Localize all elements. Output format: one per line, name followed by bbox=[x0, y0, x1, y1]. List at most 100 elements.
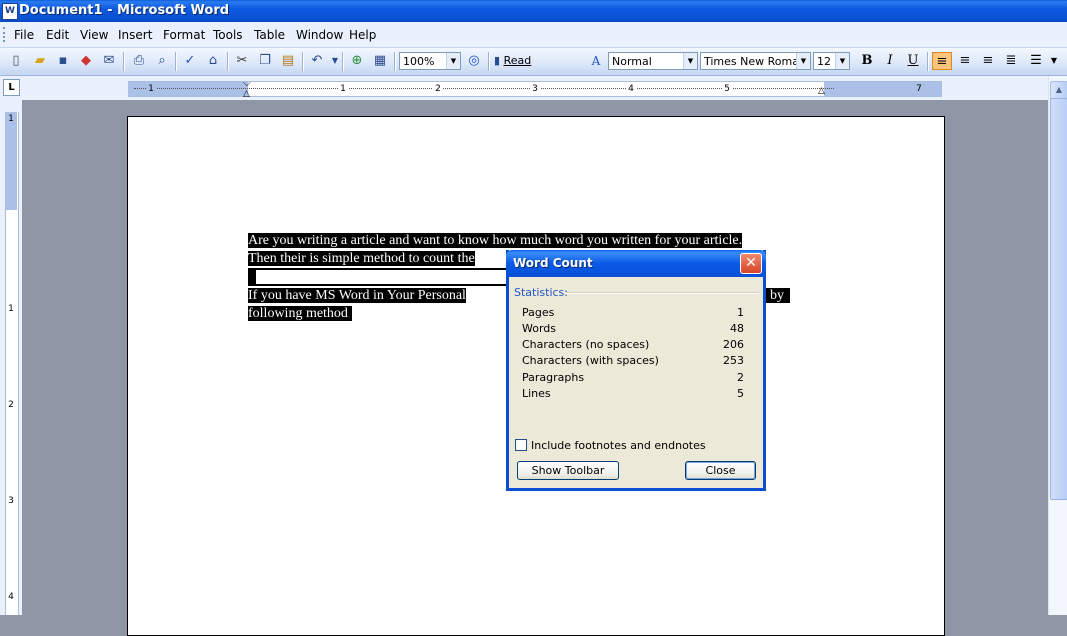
right-indent-marker[interactable]: △ bbox=[818, 87, 825, 96]
ruler-right-margin bbox=[824, 82, 942, 96]
save-icon[interactable]: ▪ bbox=[54, 52, 72, 70]
font-value: Times New Roman bbox=[704, 55, 806, 68]
spelling-icon[interactable]: ✓ bbox=[181, 52, 199, 70]
align-center-icon[interactable]: ≡ bbox=[955, 52, 975, 70]
print-preview-icon[interactable]: ⌕ bbox=[153, 52, 171, 70]
statistics-label: Statistics: bbox=[514, 286, 568, 299]
document-line-1[interactable]: Are you writing a article and want to kn… bbox=[248, 232, 743, 250]
research-icon[interactable]: ⌂ bbox=[204, 52, 222, 70]
ruler-number: 1 bbox=[338, 82, 348, 96]
scroll-up-icon[interactable]: ▲ bbox=[1050, 81, 1067, 99]
hyperlink-icon[interactable]: ⊕ bbox=[348, 52, 366, 70]
bold-button[interactable]: B bbox=[857, 52, 877, 70]
cut-icon[interactable]: ✂ bbox=[233, 52, 251, 70]
read-book-icon: ▮ bbox=[494, 54, 501, 67]
undo-icon[interactable]: ↶ bbox=[308, 52, 326, 70]
hanging-indent-marker[interactable]: △ bbox=[243, 90, 250, 99]
menu-help[interactable]: Help bbox=[349, 28, 376, 42]
align-right-icon[interactable]: ≡ bbox=[978, 52, 998, 70]
chevron-down-icon[interactable]: ▼ bbox=[1045, 52, 1063, 70]
vruler-number: 3 bbox=[8, 496, 14, 506]
email-icon[interactable]: ✉ bbox=[100, 52, 118, 70]
stat-name: Lines bbox=[522, 387, 551, 400]
help-icon[interactable]: ◎ bbox=[465, 52, 483, 70]
vruler-number: 1 bbox=[8, 304, 14, 314]
menu-table[interactable]: Table bbox=[254, 28, 285, 42]
show-toolbar-button[interactable]: Show Toolbar bbox=[517, 461, 619, 480]
style-combo[interactable]: Normal ▼ bbox=[608, 52, 698, 70]
chevron-down-icon[interactable]: ▼ bbox=[683, 53, 697, 69]
open-folder-icon[interactable]: ▰ bbox=[31, 52, 49, 70]
chevron-down-icon[interactable]: ▼ bbox=[835, 53, 849, 69]
dialog-close-icon[interactable]: ✕ bbox=[740, 253, 762, 274]
horizontal-ruler[interactable]: 1 1 2 3 4 5 7 ⌵ △ △ bbox=[128, 79, 942, 99]
document-line-3[interactable]: If you have MS Word in Your Personal bbox=[248, 287, 466, 305]
ruler-number: 4 bbox=[626, 82, 636, 96]
ruler-row: L 1 1 2 3 4 5 7 ⌵ △ △ bbox=[0, 76, 1048, 100]
stat-name: Pages bbox=[522, 306, 555, 319]
menu-format[interactable]: Format bbox=[163, 28, 205, 42]
read-button[interactable]: ▮ Read bbox=[494, 52, 554, 70]
permission-icon[interactable]: ◆ bbox=[77, 52, 95, 70]
justify-icon[interactable]: ≣ bbox=[1001, 52, 1021, 70]
menu-window[interactable]: Window bbox=[296, 28, 343, 42]
word-app-icon[interactable]: W bbox=[2, 3, 18, 20]
menu-view[interactable]: View bbox=[80, 28, 108, 42]
document-line-3-end[interactable]: by bbox=[766, 287, 790, 305]
ruler-number: 1 bbox=[146, 82, 156, 96]
dialog-title: Word Count bbox=[513, 256, 593, 270]
vertical-scrollbar[interactable]: ▲ bbox=[1048, 76, 1067, 615]
scroll-thumb[interactable] bbox=[1050, 98, 1067, 500]
selected-text: following method bbox=[248, 306, 352, 321]
paste-icon[interactable]: ▤ bbox=[279, 52, 297, 70]
align-left-icon[interactable]: ≡ bbox=[932, 52, 952, 70]
document-line-4[interactable]: following method bbox=[248, 305, 352, 323]
chevron-down-icon[interactable]: ▼ bbox=[446, 53, 460, 69]
font-size-combo[interactable]: 12 ▼ bbox=[813, 52, 850, 70]
new-document-icon[interactable]: ▯ bbox=[7, 52, 25, 70]
toolbar: ▯ ▰ ▪ ◆ ✉ ⎙ ⌕ ✓ ⌂ ✂ ❐ ▤ ↶ ▼ ⊕ ▦ 100% ▼ ◎… bbox=[0, 48, 1067, 121]
stat-value: 5 bbox=[737, 387, 744, 400]
vertical-ruler[interactable]: 1 1 2 3 4 bbox=[0, 100, 22, 615]
underline-button[interactable]: U bbox=[903, 52, 923, 70]
first-line-indent-marker[interactable]: ⌵ bbox=[243, 79, 251, 89]
tab-selector-icon[interactable]: L bbox=[3, 79, 20, 96]
chevron-down-icon[interactable]: ▼ bbox=[796, 53, 810, 69]
stat-value: 1 bbox=[737, 306, 744, 319]
include-footnotes-checkbox[interactable] bbox=[515, 439, 527, 451]
italic-button[interactable]: I bbox=[880, 52, 900, 70]
stat-value: 253 bbox=[723, 354, 744, 367]
menu-tools[interactable]: Tools bbox=[213, 28, 243, 42]
menu-grip-handle[interactable] bbox=[3, 27, 8, 42]
stat-value: 48 bbox=[730, 322, 744, 335]
ruler-number: 3 bbox=[530, 82, 540, 96]
title-bar: W Document1 - Microsoft Word bbox=[0, 0, 1067, 22]
print-icon[interactable]: ⎙ bbox=[130, 52, 148, 70]
stat-name: Words bbox=[522, 322, 557, 335]
styles-formatting-icon[interactable]: A bbox=[587, 52, 605, 70]
close-button[interactable]: Close bbox=[685, 461, 756, 480]
stat-name: Characters (no spaces) bbox=[522, 338, 650, 351]
font-combo[interactable]: Times New Roman ▼ bbox=[700, 52, 811, 70]
include-footnotes-label[interactable]: Include footnotes and endnotes bbox=[531, 439, 706, 452]
stat-value: 206 bbox=[723, 338, 744, 351]
window-title: Document1 - Microsoft Word bbox=[19, 3, 230, 18]
menu-file[interactable]: File bbox=[14, 28, 34, 42]
zoom-combo[interactable]: 100% ▼ bbox=[399, 52, 461, 70]
selected-empty-line bbox=[248, 268, 508, 286]
font-size-value: 12 bbox=[817, 55, 831, 68]
stat-value: 2 bbox=[737, 371, 744, 384]
document-line-2[interactable]: Then their is simple method to count the bbox=[248, 250, 475, 268]
vruler-number: 2 bbox=[8, 400, 14, 410]
vruler-number: 1 bbox=[8, 114, 14, 124]
stat-name: Paragraphs bbox=[522, 371, 585, 384]
insert-table-icon[interactable]: ▦ bbox=[371, 52, 389, 70]
vruler-top-margin bbox=[5, 112, 17, 210]
menu-insert[interactable]: Insert bbox=[118, 28, 152, 42]
dialog-title-bar[interactable]: Word Count bbox=[506, 250, 766, 277]
menu-edit[interactable]: Edit bbox=[46, 28, 69, 42]
line-spacing-icon[interactable]: ☰ bbox=[1026, 52, 1046, 70]
zoom-value: 100% bbox=[403, 55, 435, 68]
ruler-number: 5 bbox=[722, 82, 732, 96]
copy-icon[interactable]: ❐ bbox=[256, 52, 274, 70]
